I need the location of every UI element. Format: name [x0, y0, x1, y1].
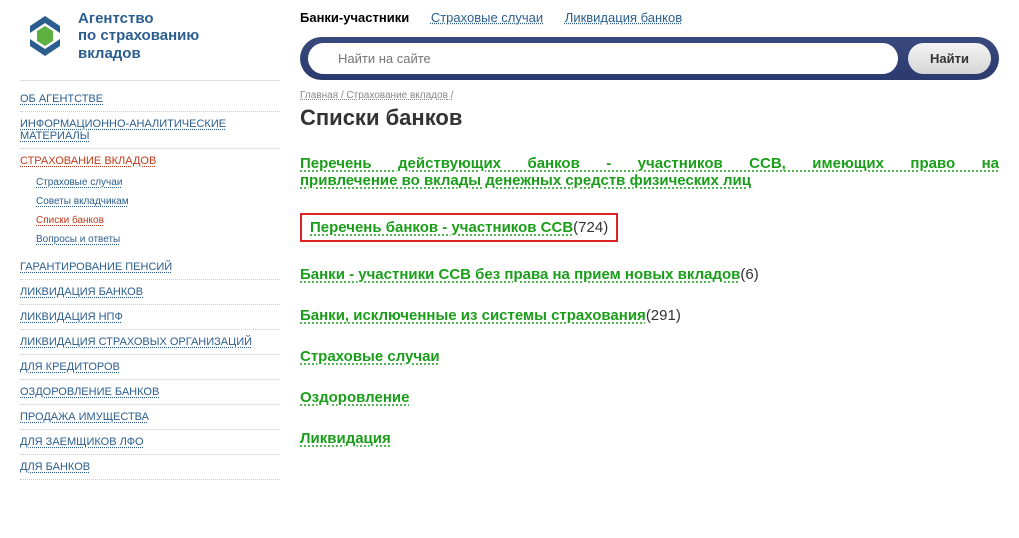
sidebar-materials[interactable]: ИНФОРМАЦИОННО-АНАЛИТИЧЕСКИЕ МАТЕРИАЛЫ [20, 112, 280, 148]
count-participants: (724) [573, 219, 608, 236]
logo-icon [20, 11, 70, 61]
logo-text: Агентство по страхованию вкладов [78, 10, 199, 62]
link-no-new[interactable]: Банки - участники ССВ без права на прием… [300, 266, 740, 283]
link-health[interactable]: Оздоровление [300, 389, 409, 406]
topnav-cases[interactable]: Страховые случаи [431, 10, 543, 25]
breadcrumb: Главная / Страхование вкладов / [300, 90, 999, 101]
logo[interactable]: Агентство по страхованию вкладов [20, 10, 280, 62]
page-title: Списки банков [300, 105, 999, 131]
sidebar-liq-ins[interactable]: ЛИКВИДАЦИЯ СТРАХОВЫХ ОРГАНИЗАЦИЙ [20, 330, 252, 354]
link-excluded[interactable]: Банки, исключенные из системы страховани… [300, 307, 646, 324]
search-bar: Найти [300, 37, 999, 80]
search-input[interactable] [308, 43, 898, 74]
sidebar-about[interactable]: ОБ АГЕНТСТВЕ [20, 87, 103, 111]
sidebar-sub-qa[interactable]: Вопросы и ответы [36, 230, 280, 249]
highlight-box: Перечень банков - участников ССВ(724) [300, 213, 618, 242]
link-participants[interactable]: Перечень банков - участников ССВ [310, 219, 573, 236]
sidebar-sub-lists[interactable]: Списки банков [36, 211, 280, 230]
top-nav: Банки-участники Страховые случаи Ликвида… [300, 10, 999, 25]
sidebar-health[interactable]: ОЗДОРОВЛЕНИЕ БАНКОВ [20, 380, 159, 404]
sidebar-sub-advice[interactable]: Советы вкладчикам [36, 192, 280, 211]
breadcrumb-ins[interactable]: Страхование вкладов [346, 90, 448, 101]
count-no-new: (6) [740, 266, 758, 283]
sidebar-sub-cases[interactable]: Страховые случаи [36, 173, 280, 192]
sidebar-property[interactable]: ПРОДАЖА ИМУЩЕСТВА [20, 405, 149, 429]
sidebar-for-banks[interactable]: ДЛЯ БАНКОВ [20, 455, 90, 479]
sidebar-liq-npf[interactable]: ЛИКВИДАЦИЯ НПФ [20, 305, 123, 329]
count-excluded: (291) [646, 307, 681, 324]
link-cases[interactable]: Страховые случаи [300, 348, 440, 365]
sidebar-pension[interactable]: ГАРАНТИРОВАНИЕ ПЕНСИЙ [20, 255, 172, 279]
sidebar-creditors[interactable]: ДЛЯ КРЕДИТОРОВ [20, 355, 120, 379]
sidebar-liq-banks[interactable]: ЛИКВИДАЦИЯ БАНКОВ [20, 280, 143, 304]
topnav-banks[interactable]: Банки-участники [300, 10, 409, 25]
search-button[interactable]: Найти [908, 43, 991, 74]
link-full-list[interactable]: Перечень действующих банков - участников… [300, 155, 999, 189]
breadcrumb-home[interactable]: Главная [300, 90, 338, 101]
topnav-liquidation[interactable]: Ликвидация банков [565, 10, 682, 25]
main-content: Перечень действующих банков - участников… [300, 155, 999, 447]
link-liquidation[interactable]: Ликвидация [300, 430, 391, 447]
sidebar-insurance[interactable]: СТРАХОВАНИЕ ВКЛАДОВ [20, 149, 156, 173]
sidebar-borrowers[interactable]: ДЛЯ ЗАЕМЩИКОВ ЛФО [20, 430, 144, 454]
sidebar: ОБ АГЕНТСТВЕ ИНФОРМАЦИОННО-АНАЛИТИЧЕСКИЕ… [20, 80, 280, 480]
